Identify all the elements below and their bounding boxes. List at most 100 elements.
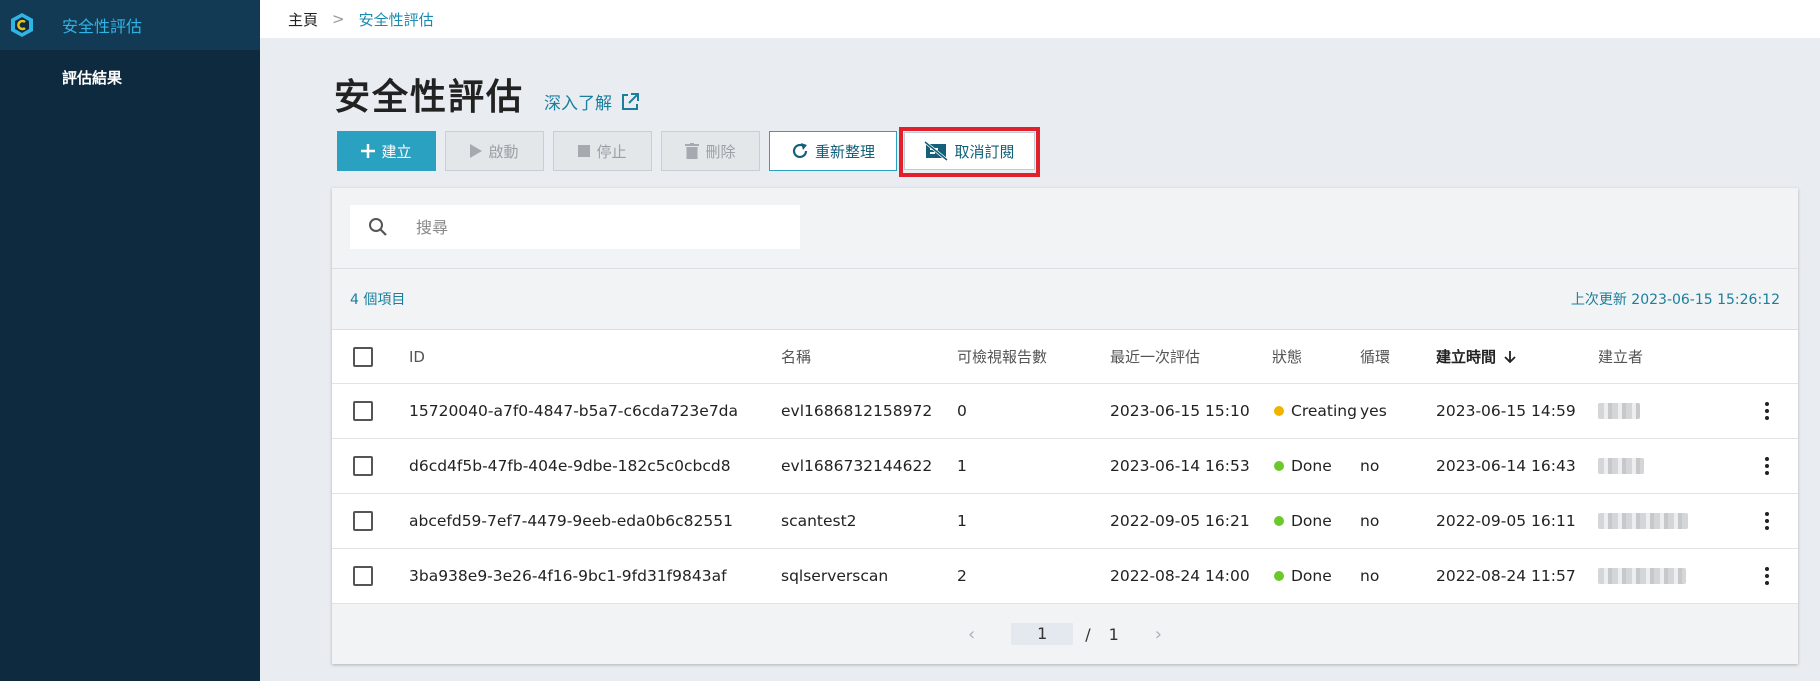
sidebar: 安全性評估 評估結果 (0, 0, 260, 681)
unsubscribe-icon (924, 141, 949, 161)
play-icon (470, 144, 483, 158)
unsubscribe-button[interactable]: 取消訂閱 (904, 132, 1035, 170)
breadcrumb-home[interactable]: 主頁 (288, 9, 318, 30)
sidebar-item-security-assessment[interactable]: 安全性評估 (0, 0, 260, 50)
cell-cycle: no (1360, 512, 1380, 530)
learn-more-label: 深入了解 (544, 94, 613, 114)
cell-created: 2023-06-14 16:43 (1436, 457, 1576, 475)
col-reports[interactable]: 可檢視報告數 (957, 330, 1047, 383)
search-box (350, 205, 800, 249)
row-checkbox[interactable] (353, 511, 373, 531)
cell-status: Done (1274, 494, 1332, 548)
last-updated: 上次更新 2023-06-15 15:26:12 (1570, 292, 1780, 308)
select-all-checkbox[interactable] (353, 346, 373, 367)
status-dot-icon (1274, 406, 1284, 416)
sidebar-item-assessment-results[interactable]: 評估結果 (62, 67, 122, 88)
cell-creator-redacted (1598, 439, 1644, 493)
row-checkbox[interactable] (353, 401, 373, 421)
start-button[interactable]: 啟動 (445, 131, 544, 171)
more-vert-icon (1765, 402, 1769, 420)
cell-cycle: no (1360, 567, 1380, 585)
row-checkbox[interactable] (353, 566, 373, 586)
cell-created: 2022-09-05 16:11 (1436, 512, 1576, 530)
page-number-input[interactable]: 1 (1011, 623, 1074, 645)
col-last-eval[interactable]: 最近一次評估 (1110, 330, 1200, 383)
table-row[interactable]: d6cd4f5b-47fb-404e-9dbe-182c5c0cbcd8 evl… (332, 439, 1798, 494)
cell-status: Done (1274, 439, 1332, 493)
cell-name: evl1686812158972 (781, 402, 933, 420)
cell-last-eval: 2022-09-05 16:21 (1110, 512, 1250, 530)
item-count: 4 個項目 (350, 292, 406, 308)
delete-button-label: 刪除 (705, 143, 736, 161)
col-created-label: 建立時間 (1436, 348, 1497, 366)
create-button-label: 建立 (381, 143, 412, 161)
status-dot-icon (1274, 516, 1284, 526)
status-text: Done (1291, 567, 1332, 585)
pagination: ‹ 1 / 1 › (332, 604, 1798, 664)
col-id[interactable]: ID (409, 330, 425, 383)
refresh-icon (792, 143, 808, 159)
col-status[interactable]: 狀態 (1272, 330, 1302, 383)
sort-down-icon (1504, 350, 1516, 363)
row-menu-button[interactable] (1752, 494, 1782, 548)
cell-name: evl1686732144622 (781, 457, 933, 475)
search-input[interactable] (406, 217, 786, 237)
external-link-icon (622, 92, 640, 110)
refresh-button-label: 重新整理 (814, 143, 875, 161)
stop-icon (578, 145, 591, 157)
cell-id: 3ba938e9-3e26-4f16-9bc1-9fd31f9843af (409, 567, 727, 585)
cell-last-eval: 2023-06-14 16:53 (1110, 457, 1250, 475)
col-name[interactable]: 名稱 (781, 330, 811, 383)
cell-creator-redacted (1598, 384, 1640, 438)
cell-creator-redacted (1598, 549, 1686, 603)
more-vert-icon (1765, 512, 1769, 530)
cell-id: 15720040-a7f0-4847-b5a7-c6cda723e7da (409, 402, 739, 420)
table-row[interactable]: abcefd59-7ef7-4479-9eeb-eda0b6c82551 sca… (332, 494, 1798, 549)
delete-button[interactable]: 刪除 (661, 131, 760, 171)
table-row[interactable]: 3ba938e9-3e26-4f16-9bc1-9fd31f9843af sql… (332, 549, 1798, 604)
cell-last-eval: 2023-06-15 15:10 (1110, 402, 1250, 420)
stop-button-label: 停止 (596, 143, 627, 161)
cell-cycle: yes (1360, 402, 1387, 420)
plus-icon (361, 144, 376, 158)
more-vert-icon (1765, 567, 1769, 585)
col-created[interactable]: 建立時間 (1436, 330, 1516, 383)
col-creator[interactable]: 建立者 (1598, 330, 1643, 383)
status-dot-icon (1274, 461, 1284, 471)
start-button-label: 啟動 (488, 143, 519, 161)
create-button[interactable]: 建立 (337, 131, 436, 171)
status-text: Done (1291, 457, 1332, 475)
refresh-button[interactable]: 重新整理 (769, 131, 897, 171)
col-cycle[interactable]: 循環 (1360, 330, 1390, 383)
cell-cycle: no (1360, 457, 1380, 475)
learn-more-link[interactable]: 深入了解 (544, 89, 640, 114)
sidebar-active-label: 安全性評估 (62, 17, 143, 36)
more-vert-icon (1765, 457, 1769, 475)
table-row[interactable]: 15720040-a7f0-4847-b5a7-c6cda723e7da evl… (332, 384, 1798, 439)
prev-page-icon[interactable]: ‹ (968, 624, 975, 645)
cell-status: Creating (1274, 384, 1357, 438)
app-logo-icon (0, 0, 44, 50)
row-menu-button[interactable] (1752, 384, 1782, 438)
cell-id: d6cd4f5b-47fb-404e-9dbe-182c5c0cbcd8 (409, 457, 731, 475)
toolbar: 建立 啟動 停止 刪除 重新整理 取消訂閱 (337, 127, 1040, 177)
breadcrumb-separator: > (332, 10, 345, 28)
table-header: ID 名稱 可檢視報告數 最近一次評估 狀態 循環 建立時間 建立者 (332, 330, 1798, 384)
row-checkbox[interactable] (353, 456, 373, 476)
search-icon (350, 217, 406, 237)
breadcrumb-current: 安全性評估 (358, 10, 434, 29)
row-menu-button[interactable] (1752, 549, 1782, 603)
cell-reports: 1 (957, 512, 967, 530)
stop-button[interactable]: 停止 (553, 131, 652, 171)
row-menu-button[interactable] (1752, 439, 1782, 493)
cell-id: abcefd59-7ef7-4479-9eeb-eda0b6c82551 (409, 512, 733, 530)
cell-name: scantest2 (781, 512, 857, 530)
cell-reports: 1 (957, 457, 967, 475)
status-text: Creating (1291, 402, 1357, 420)
cell-status: Done (1274, 549, 1332, 603)
cell-creator-redacted (1598, 494, 1688, 548)
cell-created: 2023-06-15 14:59 (1436, 402, 1576, 420)
page-separator: / (1085, 624, 1091, 644)
cell-name: sqlserverscan (781, 567, 889, 585)
next-page-icon[interactable]: › (1155, 624, 1162, 645)
